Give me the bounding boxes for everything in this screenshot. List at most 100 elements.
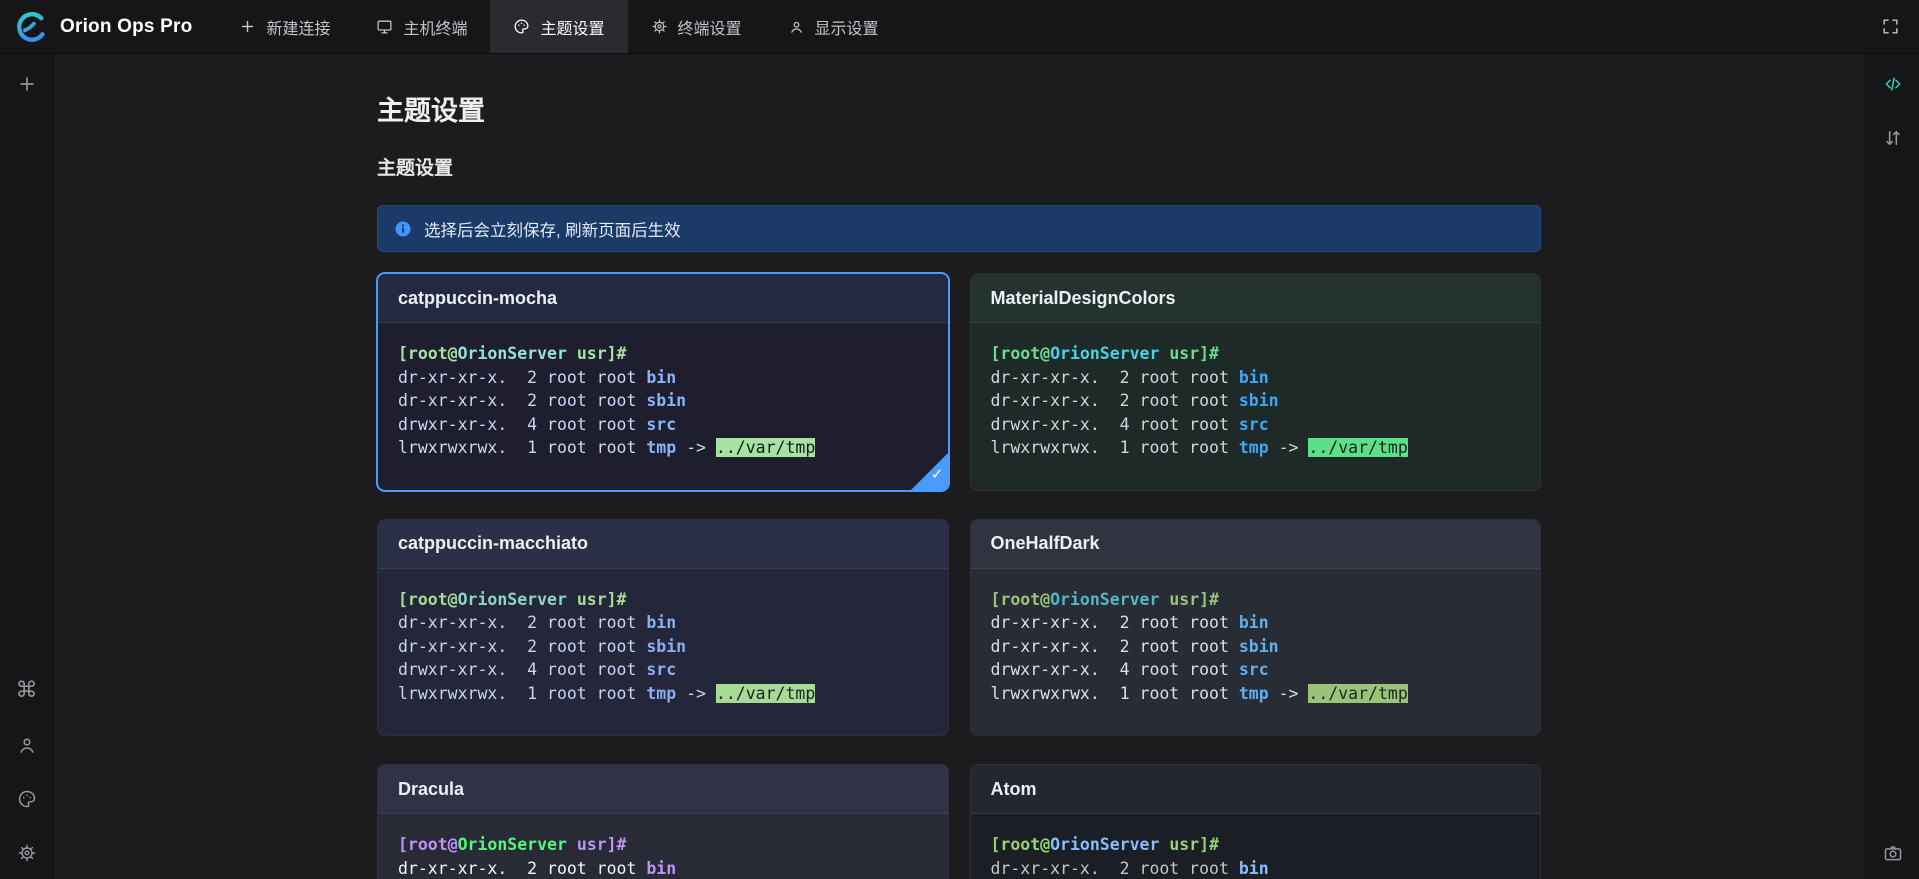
- theme-name: Dracula: [398, 779, 464, 800]
- theme-card-header: MaterialDesignColors: [971, 274, 1541, 323]
- nav-item-4[interactable]: 终端设置: [628, 0, 765, 53]
- terminal-line: drwxr-xr-x. 4 root root src: [398, 413, 928, 437]
- nav-item-3[interactable]: 主题设置: [490, 0, 627, 53]
- terminal-preview: [root@OrionServer usr]#dr-xr-xr-x. 2 roo…: [971, 814, 1541, 879]
- sort-icon: [1883, 128, 1903, 148]
- code-icon: [1883, 74, 1903, 94]
- terminal-line: dr-xr-xr-x. 2 root root bin: [398, 366, 928, 390]
- nav-item-label: 终端设置: [678, 15, 742, 39]
- terminal-line: dr-xr-xr-x. 2 root root bin: [398, 611, 928, 635]
- selected-check-icon: ✓: [911, 453, 948, 490]
- theme-name: Atom: [991, 779, 1037, 800]
- left-sidebar: ⌘: [0, 54, 54, 879]
- sort-button[interactable]: [1883, 128, 1903, 148]
- command-icon: ⌘: [16, 681, 38, 701]
- theme-grid: catppuccin-mocha[root@OrionServer usr]#d…: [377, 273, 1541, 879]
- right-sidebar: [1865, 54, 1919, 879]
- user-button[interactable]: [17, 735, 37, 755]
- nav-item-5[interactable]: 显示设置: [765, 0, 902, 53]
- nav-item-1[interactable]: 新建连接: [216, 0, 353, 53]
- theme-card-MaterialDesignColors[interactable]: MaterialDesignColors [root@OrionServer us…: [970, 273, 1542, 491]
- terminal-prompt: [root@OrionServer usr]#: [398, 342, 928, 366]
- theme-icon: [513, 18, 530, 35]
- terminal-prompt: [root@OrionServer usr]#: [398, 588, 928, 612]
- terminal-line: drwxr-xr-x. 4 root root src: [991, 413, 1521, 437]
- nav-item-label: 主机终端: [403, 15, 467, 39]
- theme-card-header: catppuccin-macchiato: [378, 520, 948, 569]
- terminal-line: dr-xr-xr-x. 2 root root bin: [991, 366, 1521, 390]
- user-icon: [17, 735, 37, 755]
- code-button[interactable]: [1883, 74, 1903, 94]
- terminal-line: lrwxrwxrwx. 1 root root tmp -> ../var/tm…: [991, 436, 1521, 460]
- app-title: Orion Ops Pro: [60, 16, 192, 38]
- palette-icon: [17, 789, 37, 809]
- terminal-prompt: [root@OrionServer usr]#: [991, 588, 1521, 612]
- right-rail-bottom: [1883, 843, 1903, 879]
- plus-button[interactable]: [17, 74, 37, 94]
- terminal-preview: [root@OrionServer usr]#dr-xr-xr-x. 2 roo…: [971, 569, 1541, 736]
- gear-icon: [17, 843, 37, 863]
- terminal-preview: [root@OrionServer usr]#dr-xr-xr-x. 2 roo…: [378, 569, 948, 736]
- command-button[interactable]: ⌘: [16, 681, 38, 701]
- camera-button[interactable]: [1883, 843, 1903, 863]
- theme-settings-page: 主题设置 主题设置 选择后会立刻保存, 刷新页面后生效 catppuccin-m…: [54, 54, 1865, 879]
- terminal-preview: [root@OrionServer usr]#dr-xr-xr-x. 2 roo…: [378, 814, 948, 879]
- terminal-line: drwxr-xr-x. 4 root root src: [991, 658, 1521, 682]
- app-window: Orion Ops Pro 新建连接主机终端主题设置终端设置显示设置 ⌘ 主题设…: [0, 0, 1919, 879]
- terminal-line: drwxr-xr-x. 4 root root src: [398, 658, 928, 682]
- theme-card-header: Dracula: [378, 765, 948, 814]
- nav-item-label: 显示设置: [815, 15, 879, 39]
- terminal-preview: [root@OrionServer usr]#dr-xr-xr-x. 2 roo…: [971, 323, 1541, 490]
- terminal-line: dr-xr-xr-x. 2 root root sbin: [991, 389, 1521, 413]
- terminal-line: dr-xr-xr-x. 2 root root sbin: [398, 389, 928, 413]
- plus-icon: [17, 74, 37, 94]
- terminal-prompt: [root@OrionServer usr]#: [398, 833, 928, 857]
- gear-button[interactable]: [17, 843, 37, 863]
- theme-card-catppuccin-mocha[interactable]: catppuccin-mocha[root@OrionServer usr]#d…: [377, 273, 949, 491]
- terminal-line: dr-xr-xr-x. 2 root root bin: [398, 857, 928, 879]
- navbar-right: [1862, 0, 1919, 53]
- theme-card-header: catppuccin-mocha: [378, 274, 948, 323]
- plus-icon: [239, 18, 256, 35]
- left-rail-bottom: ⌘: [16, 681, 38, 879]
- theme-card-catppuccin-macchiato[interactable]: catppuccin-macchiato [root@OrionServer us…: [377, 519, 949, 737]
- theme-card-header: Atom: [971, 765, 1541, 814]
- settings-icon: [651, 18, 668, 35]
- main-content: 主题设置 主题设置 选择后会立刻保存, 刷新页面后生效 catppuccin-m…: [54, 54, 1865, 879]
- theme-name: MaterialDesignColors: [991, 288, 1176, 309]
- terminal-line: lrwxrwxrwx. 1 root root tmp -> ../var/tm…: [398, 682, 928, 706]
- nav-item-label: 新建连接: [266, 15, 330, 39]
- page-title: 主题设置: [377, 94, 1865, 128]
- terminal-prompt: [root@OrionServer usr]#: [991, 342, 1521, 366]
- terminal-line: dr-xr-xr-x. 2 root root bin: [991, 611, 1521, 635]
- terminal-line: dr-xr-xr-x. 2 root root sbin: [398, 635, 928, 659]
- terminal-preview: [root@OrionServer usr]#dr-xr-xr-x. 2 roo…: [378, 323, 948, 490]
- left-rail-top: [17, 54, 37, 94]
- terminal-line: lrwxrwxrwx. 1 root root tmp -> ../var/tm…: [991, 682, 1521, 706]
- fullscreen-icon[interactable]: [1881, 17, 1900, 36]
- top-navbar: Orion Ops Pro 新建连接 主机终端 主题设置 终端设置 显示设置: [0, 0, 1919, 54]
- terminal-line: dr-xr-xr-x. 2 root root sbin: [991, 635, 1521, 659]
- alert-text: 选择后会立刻保存, 刷新页面后生效: [424, 217, 681, 241]
- display-icon: [788, 18, 805, 35]
- theme-name: OneHalfDark: [991, 533, 1100, 554]
- nav-item-label: 主题设置: [540, 15, 604, 39]
- theme-card-header: OneHalfDark: [971, 520, 1541, 569]
- theme-card-Atom[interactable]: Atom [root@OrionServer usr]#dr-xr-xr-x. 2…: [970, 764, 1542, 879]
- terminal-icon: [376, 18, 393, 35]
- camera-icon: [1883, 843, 1903, 863]
- terminal-line: dr-xr-xr-x. 2 root root bin: [991, 857, 1521, 879]
- app-logo-icon: [15, 10, 49, 44]
- section-title: 主题设置: [377, 156, 1865, 182]
- theme-card-OneHalfDark[interactable]: OneHalfDark[root@OrionServer usr]#dr-xr-…: [970, 519, 1542, 737]
- main-nav: 新建连接 主机终端 主题设置 终端设置 显示设置: [216, 0, 901, 53]
- terminal-line: lrwxrwxrwx. 1 root root tmp -> ../var/tm…: [398, 436, 928, 460]
- theme-name: catppuccin-macchiato: [398, 533, 588, 554]
- info-alert: 选择后会立刻保存, 刷新页面后生效: [377, 205, 1541, 252]
- theme-name: catppuccin-mocha: [398, 288, 557, 309]
- info-icon: [394, 220, 412, 238]
- nav-item-2[interactable]: 主机终端: [353, 0, 490, 53]
- palette-button[interactable]: [17, 789, 37, 809]
- theme-card-Dracula[interactable]: Dracula [root@OrionServer usr]#dr-xr-xr-x…: [377, 764, 949, 879]
- terminal-prompt: [root@OrionServer usr]#: [991, 833, 1521, 857]
